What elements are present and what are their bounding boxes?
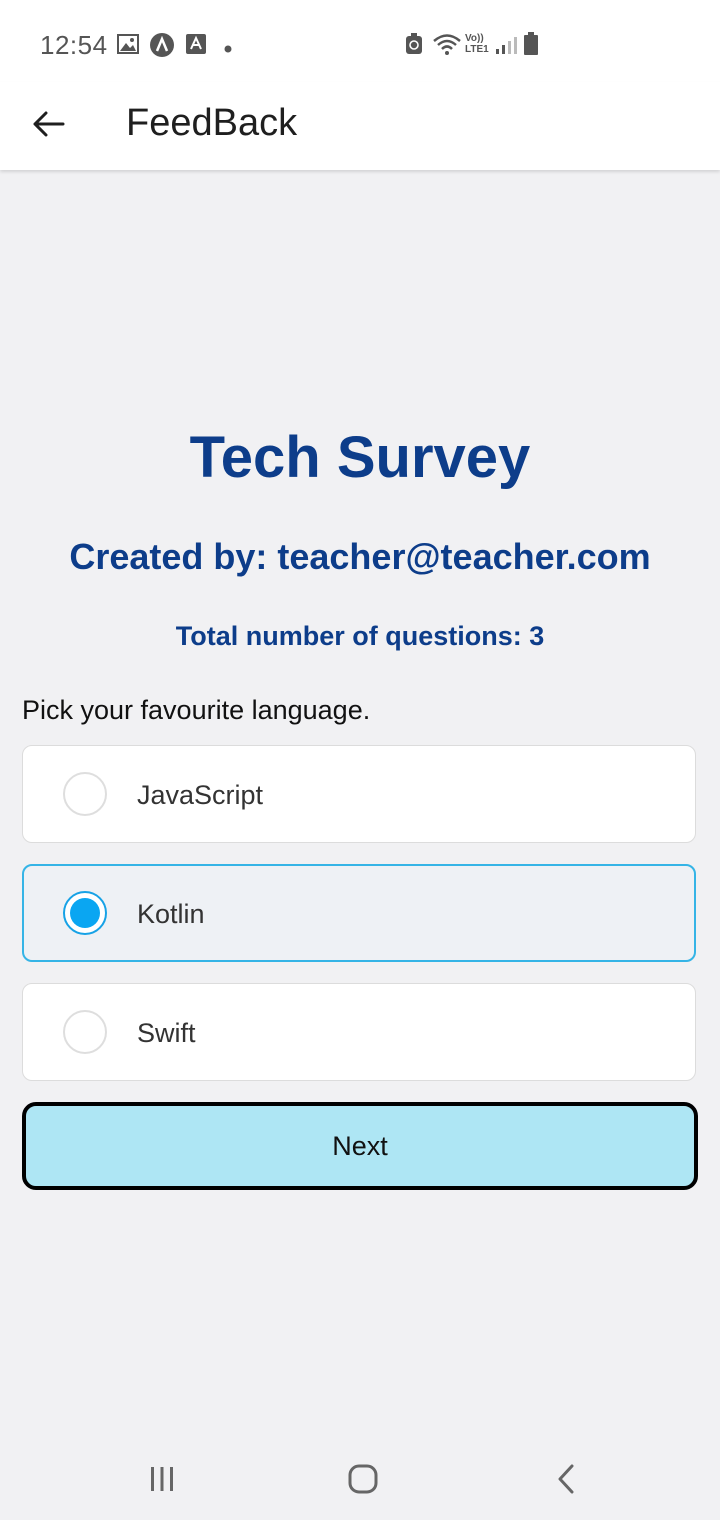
- radio-button-selected[interactable]: [63, 891, 107, 935]
- radio-button[interactable]: [63, 772, 107, 816]
- app-text-icon: [186, 34, 206, 59]
- radio-button[interactable]: [63, 1010, 107, 1054]
- app-a-icon: [149, 32, 175, 63]
- arrow-left-icon: [31, 110, 65, 143]
- image-icon: [117, 34, 139, 59]
- signal-icon: [495, 35, 517, 60]
- home-icon[interactable]: [342, 1458, 384, 1500]
- data-saver-icon: [405, 33, 423, 60]
- volte-icon: Vo)) LTE1: [465, 33, 489, 55]
- back-nav-icon[interactable]: [548, 1458, 584, 1500]
- app-bar: FeedBack: [0, 82, 720, 170]
- option-label: Kotlin: [137, 899, 205, 929]
- radio-selected-dot: [70, 898, 100, 928]
- survey-author: Created by: teacher@teacher.com: [69, 536, 651, 577]
- back-button[interactable]: [26, 104, 70, 148]
- option-label: JavaScript: [137, 780, 264, 810]
- question-text: Pick your favourite language.: [22, 695, 371, 725]
- option-swift[interactable]: Swift: [22, 983, 696, 1081]
- option-label: Swift: [137, 1018, 196, 1048]
- battery-icon: [523, 32, 539, 61]
- page-title: FeedBack: [126, 102, 298, 144]
- question-count: Total number of questions: 3: [175, 621, 545, 651]
- survey-title: Tech Survey: [189, 425, 531, 490]
- recent-apps-icon[interactable]: [142, 1458, 182, 1500]
- status-bar: 12:54 Vo)) LTE1: [0, 0, 720, 90]
- option-javascript[interactable]: JavaScript: [22, 745, 696, 843]
- status-time: 12:54: [40, 30, 108, 60]
- dot-icon: [224, 40, 232, 58]
- option-kotlin[interactable]: Kotlin: [22, 864, 696, 962]
- wifi-icon: [432, 33, 462, 60]
- next-button[interactable]: Next: [22, 1102, 698, 1190]
